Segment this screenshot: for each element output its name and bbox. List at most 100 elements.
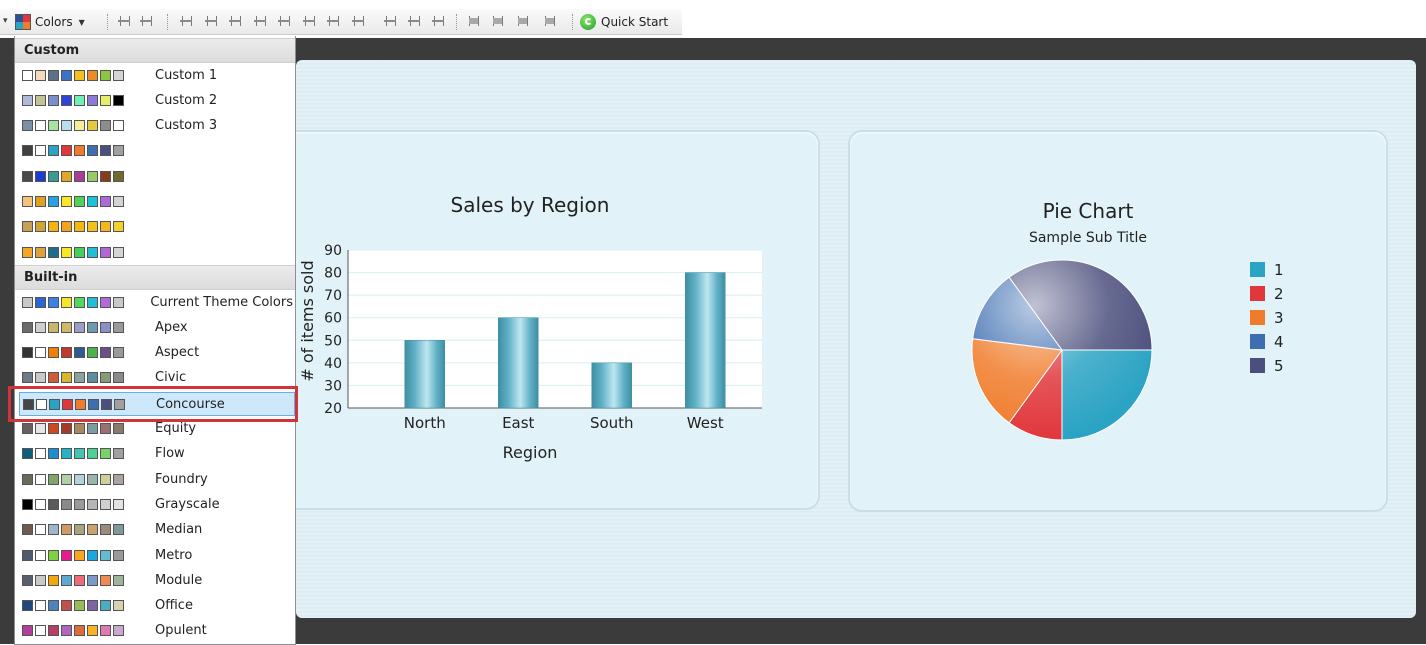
quick-start-button[interactable]: Quick Start — [580, 12, 668, 32]
color-swatches — [22, 246, 149, 258]
bring-forward-icon[interactable] — [491, 15, 503, 27]
color-swatch — [74, 549, 85, 561]
color-swatches — [22, 498, 149, 510]
color-scheme-item[interactable]: Module — [19, 569, 293, 591]
color-swatch — [74, 372, 85, 384]
color-scheme-item[interactable]: Median — [19, 519, 293, 541]
color-swatch — [100, 524, 111, 536]
color-swatch — [61, 120, 72, 132]
bar-chart-panel[interactable]: 20 30 40 50 60 70 80 90 North East South West Sales … — [280, 130, 820, 510]
color-swatch — [87, 549, 98, 561]
align-right-icon[interactable] — [229, 15, 241, 27]
selection-callout — [8, 386, 298, 422]
color-swatch — [48, 296, 59, 308]
color-swatch — [22, 625, 33, 637]
group-icon[interactable] — [118, 15, 130, 27]
color-swatch — [74, 574, 85, 586]
chevron-down-icon: ▼ — [78, 17, 85, 27]
color-scheme-item[interactable] — [19, 165, 293, 187]
color-swatch — [113, 473, 124, 485]
bring-to-front-icon[interactable] — [467, 15, 479, 27]
color-swatch — [87, 170, 98, 182]
color-swatch — [22, 120, 33, 132]
color-swatch — [48, 69, 59, 81]
color-scheme-item[interactable]: Opulent — [19, 620, 293, 642]
quick-start-label: Quick Start — [601, 15, 669, 29]
align-center-icon[interactable] — [205, 15, 217, 27]
align-left-icon[interactable] — [180, 15, 192, 27]
color-scheme-item[interactable]: Flow — [19, 443, 293, 465]
same-height-icon[interactable] — [408, 15, 420, 27]
color-scheme-label: Flow — [155, 446, 185, 462]
chart-title: Sales by Region — [451, 193, 610, 217]
color-swatches — [22, 94, 149, 106]
color-swatch — [74, 448, 85, 460]
color-scheme-label: Custom 3 — [155, 118, 218, 134]
send-to-back-icon[interactable] — [543, 15, 555, 27]
color-swatch — [100, 69, 111, 81]
color-swatch — [87, 221, 98, 233]
color-swatch — [61, 448, 72, 460]
color-swatch — [100, 145, 111, 157]
distribute-horizontal-icon[interactable] — [327, 15, 339, 27]
color-swatches — [22, 347, 149, 359]
color-swatch — [48, 120, 59, 132]
legend-label: 3 — [1274, 309, 1284, 327]
color-scheme-item[interactable] — [19, 216, 293, 238]
color-swatch — [113, 524, 124, 536]
color-swatch — [35, 120, 46, 132]
distribute-vertical-icon[interactable] — [352, 15, 364, 27]
color-swatch — [35, 69, 46, 81]
color-swatch — [35, 625, 46, 637]
color-swatch — [35, 574, 46, 586]
same-size-icon[interactable] — [432, 15, 444, 27]
color-swatch — [48, 448, 59, 460]
color-swatch — [35, 473, 46, 485]
color-scheme-item[interactable] — [19, 191, 293, 213]
legend-swatch — [1250, 286, 1265, 301]
color-swatch — [113, 347, 124, 359]
color-swatch — [22, 321, 33, 333]
color-scheme-item[interactable]: Aspect — [19, 342, 293, 364]
color-scheme-item[interactable] — [19, 241, 293, 263]
pie-chart-panel[interactable]: Pie Chart Sample Sub Title 1 2 3 4 5 — [848, 130, 1388, 512]
color-scheme-item[interactable]: Metro — [19, 544, 293, 566]
color-swatch — [74, 246, 85, 258]
color-scheme-item[interactable]: Custom 3 — [19, 115, 293, 137]
overflow-arrow-icon[interactable]: ▾ — [3, 16, 8, 26]
color-swatch — [35, 549, 46, 561]
color-scheme-item[interactable]: Current Theme Colors — [19, 291, 293, 313]
color-scheme-item[interactable]: Custom 2 — [19, 89, 293, 111]
color-scheme-item[interactable]: Foundry — [19, 468, 293, 490]
ungroup-icon[interactable] — [140, 15, 152, 27]
color-swatch — [100, 549, 111, 561]
color-swatch — [74, 69, 85, 81]
color-scheme-item[interactable]: Grayscale — [19, 493, 293, 515]
color-swatch — [74, 296, 85, 308]
color-swatch — [22, 372, 33, 384]
align-middle-icon[interactable] — [278, 15, 290, 27]
color-swatch — [113, 296, 124, 308]
same-width-icon[interactable] — [384, 15, 396, 27]
align-bottom-icon[interactable] — [303, 15, 315, 27]
legend-label: 4 — [1274, 333, 1284, 351]
y-axis-title: # of items sold — [298, 260, 317, 381]
color-swatch — [100, 473, 111, 485]
color-scheme-item[interactable]: Custom 1 — [19, 64, 293, 86]
colors-dropdown-button[interactable]: Colors ▼ — [15, 12, 85, 32]
color-swatch — [74, 423, 85, 434]
color-swatch — [22, 473, 33, 485]
color-swatch — [48, 145, 59, 157]
align-top-icon[interactable] — [254, 15, 266, 27]
color-swatches — [22, 549, 149, 561]
color-scheme-item[interactable]: Office — [19, 595, 293, 617]
color-swatch — [22, 498, 33, 510]
colors-label: Colors — [35, 15, 73, 29]
send-backward-icon[interactable] — [516, 15, 528, 27]
color-swatch — [48, 423, 59, 434]
color-swatch — [87, 296, 98, 308]
color-scheme-item[interactable]: Apex — [19, 316, 293, 338]
color-swatch — [61, 196, 72, 207]
color-swatch — [61, 170, 72, 182]
color-scheme-item[interactable] — [19, 140, 293, 162]
